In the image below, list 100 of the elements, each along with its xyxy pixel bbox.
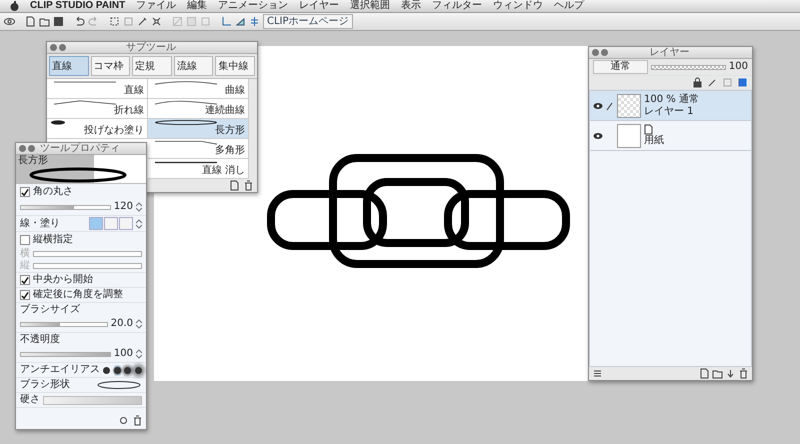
layer-row[interactable]: 用紙 (590, 121, 751, 151)
field-label: 横 (20, 248, 30, 258)
trash-icon[interactable] (243, 180, 254, 191)
subtool-item[interactable]: 直線 (47, 79, 148, 99)
eye-icon[interactable] (593, 132, 603, 140)
color-icon[interactable] (737, 77, 748, 88)
property-label: 角の丸さ (33, 186, 73, 198)
menu-icon[interactable] (592, 368, 603, 379)
grid-icon[interactable] (249, 16, 260, 27)
close-icon[interactable] (19, 145, 26, 152)
lock-icon[interactable] (692, 77, 703, 88)
property-label: 不透明度 (20, 334, 61, 346)
property-label: ブラシ形状 (20, 379, 70, 391)
subtool-item[interactable]: 多角形 (148, 139, 249, 159)
subtool-item[interactable]: 曲線 (148, 79, 249, 99)
selection-icon[interactable] (109, 16, 120, 27)
ruler-icon[interactable] (221, 16, 232, 27)
blend-mode-select[interactable]: 通常 (593, 60, 648, 74)
trash-icon[interactable] (738, 368, 749, 379)
panel-title: ツールプロパティ (40, 143, 121, 154)
checkbox[interactable] (20, 275, 30, 285)
antialias-option[interactable] (114, 364, 121, 376)
new-file-icon[interactable] (25, 16, 36, 27)
eye-icon[interactable] (593, 102, 603, 110)
subtool-label: 多角形 (215, 145, 245, 157)
antialias-option[interactable] (124, 364, 132, 376)
layer-row[interactable]: 100 % 通常 レイヤー 1 (590, 91, 751, 121)
minimize-icon[interactable] (28, 145, 35, 152)
subtool-tab[interactable]: 直線 (49, 56, 89, 76)
menu-item[interactable]: 選択範囲 (350, 0, 390, 12)
property-label: 線・塗り (20, 218, 60, 230)
field-label: 縦 (20, 260, 30, 270)
property-value: 120 (114, 201, 133, 213)
home-page-button[interactable]: CLIPホームページ (263, 14, 353, 29)
property-label: ブラシサイズ (20, 304, 81, 316)
spinner-icon[interactable] (136, 218, 142, 228)
subtool-label: 曲線 (225, 85, 245, 97)
new-folder-icon[interactable] (712, 368, 723, 379)
menu-item[interactable]: アニメーション (218, 0, 288, 12)
subtool-item[interactable]: 直線 消し (148, 159, 249, 179)
minimize-icon[interactable] (601, 49, 608, 56)
subtool-tab[interactable]: 定規 (132, 56, 172, 76)
subtool-item[interactable]: 投げなわ塗り (47, 119, 148, 139)
spinner-icon[interactable] (136, 349, 142, 359)
input-field[interactable] (33, 250, 142, 256)
layer-name: 用紙 (644, 135, 664, 147)
slider-track[interactable] (20, 322, 108, 326)
trash-icon[interactable] (132, 415, 143, 426)
page-icon[interactable] (229, 180, 240, 191)
property-value: 20.0 (110, 318, 133, 330)
menu-item[interactable]: ファイル (136, 0, 176, 12)
property-label: 硬さ (20, 394, 40, 406)
subtool-label: 長方形 (215, 125, 245, 137)
pen-icon (606, 102, 613, 111)
close-icon[interactable] (50, 44, 57, 51)
layer-thumbnail (617, 124, 641, 148)
minimize-icon[interactable] (59, 44, 66, 51)
settings-icon[interactable] (118, 415, 129, 426)
save-icon[interactable] (53, 16, 64, 27)
antialias-option[interactable] (103, 364, 110, 376)
subtool-item[interactable]: 折れ線 (47, 99, 148, 119)
spinner-icon[interactable] (136, 202, 142, 212)
menu-item[interactable]: レイヤー (299, 0, 340, 12)
slider-track[interactable] (20, 204, 111, 210)
crop-icon[interactable] (151, 16, 162, 27)
new-layer-icon[interactable] (699, 368, 710, 379)
ellipse-preview-icon (28, 167, 128, 183)
merge-icon[interactable] (725, 368, 736, 379)
menu-item[interactable]: ウィンドウ (493, 0, 544, 12)
antialias-option[interactable] (134, 364, 142, 376)
subtool-item[interactable]: 連続曲線 (148, 99, 249, 119)
property-label: 中央から開始 (33, 274, 93, 286)
subtool-tab[interactable]: 流線 (174, 56, 214, 76)
close-icon[interactable] (592, 49, 599, 56)
opacity-value: 100 (728, 61, 748, 73)
menu-item[interactable]: フィルター (432, 0, 482, 12)
input-field[interactable] (33, 262, 142, 268)
property-label: 縦横指定 (33, 234, 73, 246)
spinner-icon[interactable] (136, 319, 142, 329)
subtool-label: 投げなわ塗り (84, 125, 144, 137)
app-name[interactable]: CLIP STUDIO PAINT (30, 0, 126, 12)
subtool-label: 直線 消し (202, 165, 245, 177)
checkbox[interactable] (20, 235, 30, 245)
brush-icon[interactable] (137, 16, 148, 27)
eye-icon[interactable] (4, 16, 15, 27)
undo-icon[interactable] (74, 16, 85, 27)
logo-icon[interactable] (10, 1, 19, 11)
subtool-item[interactable]: 長方形 (148, 119, 249, 139)
checkbox[interactable] (20, 290, 30, 300)
brush-shape-icon[interactable] (96, 380, 142, 390)
pen-icon[interactable] (707, 77, 718, 88)
checkbox[interactable] (20, 187, 30, 197)
subtool-tab[interactable]: コマ枠 (90, 56, 130, 76)
panel-title: サブツール (126, 42, 177, 53)
menu-item[interactable]: 編集 (187, 0, 208, 12)
folder-icon[interactable] (39, 16, 50, 27)
subtool-tab[interactable]: 集中線 (215, 56, 255, 76)
subtool-label: 直線 (124, 85, 144, 97)
menu-item[interactable]: 表示 (401, 0, 422, 12)
property-label: 確定後に角度を調整 (33, 289, 123, 301)
